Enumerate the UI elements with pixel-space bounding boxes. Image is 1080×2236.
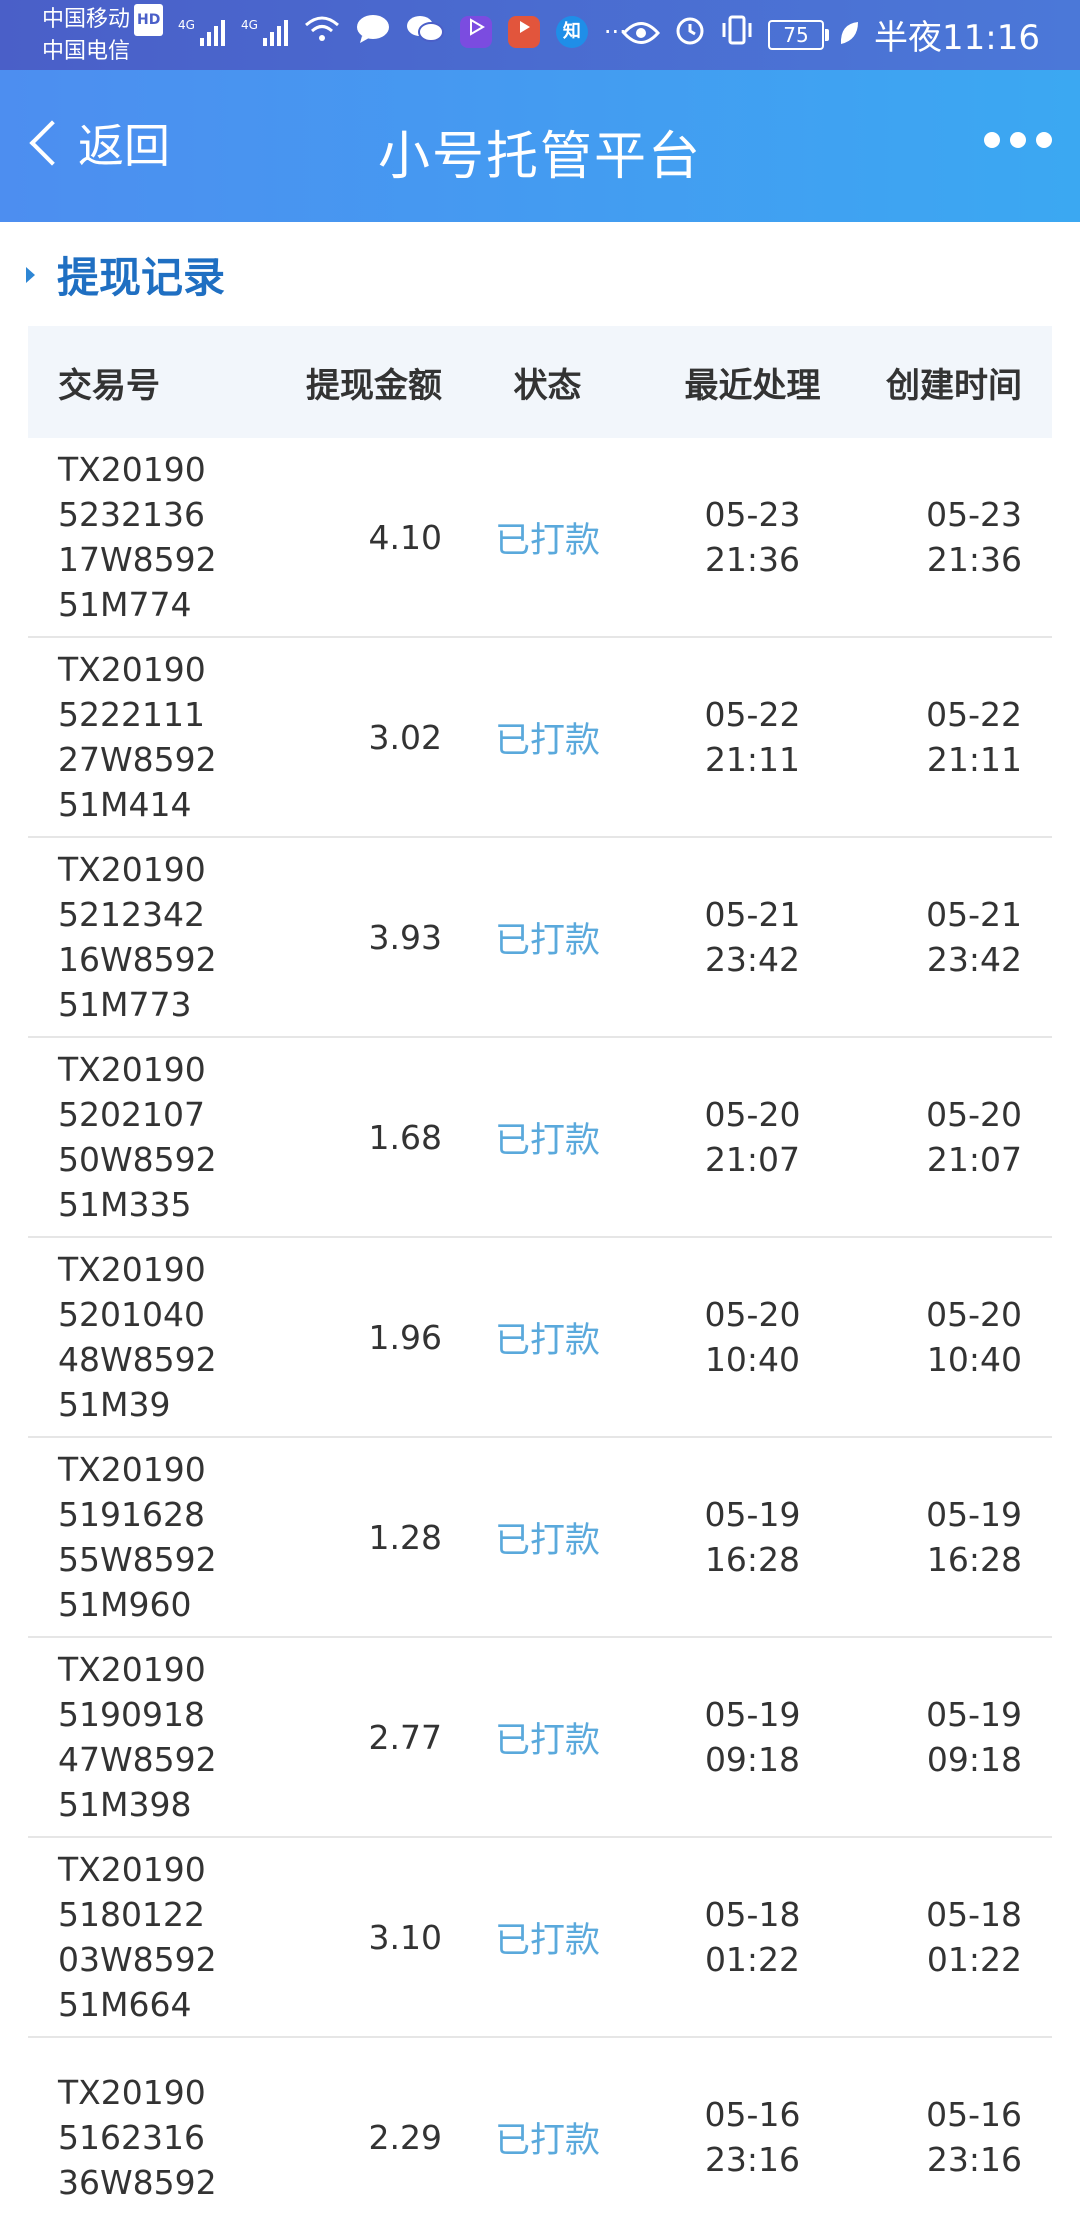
table-row[interactable]: TX20190 5212342 16W8592 51M773 3.93 已打款 05-… — [28, 838, 1052, 1038]
alarm-icon — [674, 14, 706, 55]
last-processed-time: 05-23 21:36 — [704, 495, 801, 579]
last-processed-time: 05-22 21:11 — [704, 695, 801, 779]
dot-icon — [984, 132, 1000, 148]
table-row[interactable]: TX20190 5232136 17W8592 51M774 4.10 已打款 05-… — [28, 438, 1052, 638]
last-processed-time: 05-20 21:07 — [704, 1095, 801, 1179]
transaction-id: TX20190 5190918 47W8592 51M398 — [58, 1650, 217, 1824]
withdrawal-table: 交易号 提现金额 状态 最近处理 创建时间 TX20190 5232136 17W8… — [28, 326, 1052, 2236]
created-time: 05-16 23:16 — [926, 2095, 1022, 2179]
last-processed-time: 05-20 10:40 — [704, 1295, 801, 1379]
wechat-icon — [406, 14, 444, 50]
header-amount: 提现金额 — [306, 365, 442, 406]
table-row[interactable]: TX20190 5222111 27W8592 51M414 3.02 已打款 05-… — [28, 638, 1052, 838]
amount: 1.68 — [368, 1117, 442, 1157]
last-processed-time: 05-19 16:28 — [704, 1495, 801, 1579]
amount: 2.77 — [368, 1717, 442, 1757]
status-label: 已打款 — [494, 2120, 600, 2161]
status-label: 已打款 — [494, 720, 600, 761]
table-row[interactable]: TX20190 5201040 48W8592 51M39 1.96 已打款 05-2… — [28, 1238, 1052, 1438]
last-processed-time: 05-21 23:42 — [704, 895, 801, 979]
transaction-id: TX20190 5222111 27W8592 51M414 — [58, 650, 217, 824]
transaction-id: TX20190 5162316 36W8592 — [58, 2072, 217, 2202]
transaction-id: TX20190 5180122 03W8592 51M664 — [58, 1850, 217, 2024]
last-processed-time: 05-19 09:18 — [704, 1695, 801, 1779]
status-label: 已打款 — [494, 1320, 600, 1361]
battery-icon: 75 — [768, 19, 830, 50]
header-last-processed: 最近处理 — [684, 365, 821, 406]
transaction-id: TX20190 5212342 16W8592 51M773 — [58, 850, 217, 1024]
created-time: 05-23 21:36 — [926, 495, 1022, 579]
more-options-button[interactable] — [984, 132, 1052, 148]
vibrate-icon — [720, 14, 754, 55]
created-time: 05-21 23:42 — [926, 895, 1022, 979]
status-label: 已打款 — [494, 1920, 600, 1961]
leaf-icon — [838, 15, 860, 55]
page-title: 小号托管平台 — [377, 127, 702, 187]
header-created-time: 创建时间 — [886, 365, 1022, 406]
section-header: 提现记录 — [26, 244, 225, 305]
wifi-icon — [304, 15, 340, 49]
amount: 3.10 — [368, 1917, 442, 1957]
status-label: 已打款 — [494, 920, 600, 961]
signal-icon: 4G — [241, 18, 288, 46]
status-icons-left: 4G 4G 知 ··· — [178, 14, 627, 50]
table-row[interactable]: TX20190 5191628 55W8592 51M960 1.28 已打款 05-… — [28, 1438, 1052, 1638]
status-label: 已打款 — [494, 1720, 600, 1761]
created-time: 05-20 10:40 — [926, 1295, 1022, 1379]
status-icons-right: 75 半夜11:16 — [622, 10, 1040, 59]
status-label: 已打款 — [494, 1120, 600, 1161]
transaction-id: TX20190 5202107 50W8592 51M335 — [58, 1050, 217, 1224]
table-row[interactable]: TX20190 5202107 50W8592 51M335 1.68 已打款 05-… — [28, 1038, 1052, 1238]
transaction-id: TX20190 5201040 48W8592 51M39 — [58, 1250, 217, 1424]
table-row[interactable]: TX20190 5162316 36W8592 2.29 已打款 05-16 23:1… — [28, 2038, 1052, 2236]
amount: 2.29 — [368, 2117, 442, 2157]
eye-icon — [622, 15, 661, 55]
nav-bar: 返回 小号托管平台 — [0, 70, 1080, 222]
created-time: 05-22 21:11 — [926, 695, 1022, 779]
status-bar: 中国移动 HD 中国电信 4G 4G 知 ··· 75 半夜11:16 — [0, 0, 1080, 70]
header-transaction-id: 交易号 — [58, 365, 160, 406]
amount: 3.93 — [368, 917, 442, 957]
dot-icon — [1010, 132, 1026, 148]
transaction-id: TX20190 5232136 17W8592 51M774 — [58, 450, 217, 624]
triangle-right-icon — [26, 266, 35, 283]
carrier-1-name: 中国移动 — [42, 7, 131, 32]
amount: 3.02 — [368, 717, 442, 757]
clock-time: 半夜11:16 — [874, 18, 1040, 58]
last-processed-time: 05-16 23:16 — [704, 2095, 801, 2179]
play-app-icon — [507, 16, 540, 48]
header-status: 状态 — [513, 365, 582, 406]
table-row[interactable]: TX20190 5180122 03W8592 51M664 3.10 已打款 05-… — [28, 1838, 1052, 2038]
carrier-2-name: 中国电信 — [42, 39, 131, 64]
last-processed-time: 05-18 01:22 — [704, 1895, 801, 1979]
section-title: 提现记录 — [57, 253, 226, 302]
carrier-info: 中国移动 HD 中国电信 — [42, 4, 164, 68]
video-app-icon — [459, 16, 492, 48]
hd-badge: HD — [134, 4, 164, 36]
zhihu-icon: 知 — [555, 16, 588, 48]
amount: 1.28 — [368, 1517, 442, 1557]
created-time: 05-19 09:18 — [926, 1695, 1022, 1779]
status-label: 已打款 — [494, 1520, 600, 1561]
transaction-id: TX20190 5191628 55W8592 51M960 — [58, 1450, 217, 1624]
amount: 1.96 — [368, 1317, 442, 1357]
chat-bubble-icon — [356, 14, 390, 50]
created-time: 05-18 01:22 — [926, 1895, 1022, 1979]
created-time: 05-20 21:07 — [926, 1095, 1022, 1179]
status-label: 已打款 — [494, 520, 600, 561]
table-row[interactable]: TX20190 5190918 47W8592 51M398 2.77 已打款 05-… — [28, 1638, 1052, 1838]
created-time: 05-19 16:28 — [926, 1495, 1022, 1579]
dot-icon — [1036, 132, 1052, 148]
table-header: 交易号 提现金额 状态 最近处理 创建时间 — [28, 326, 1052, 438]
amount: 4.10 — [368, 517, 442, 557]
signal-icon: 4G — [178, 18, 225, 46]
